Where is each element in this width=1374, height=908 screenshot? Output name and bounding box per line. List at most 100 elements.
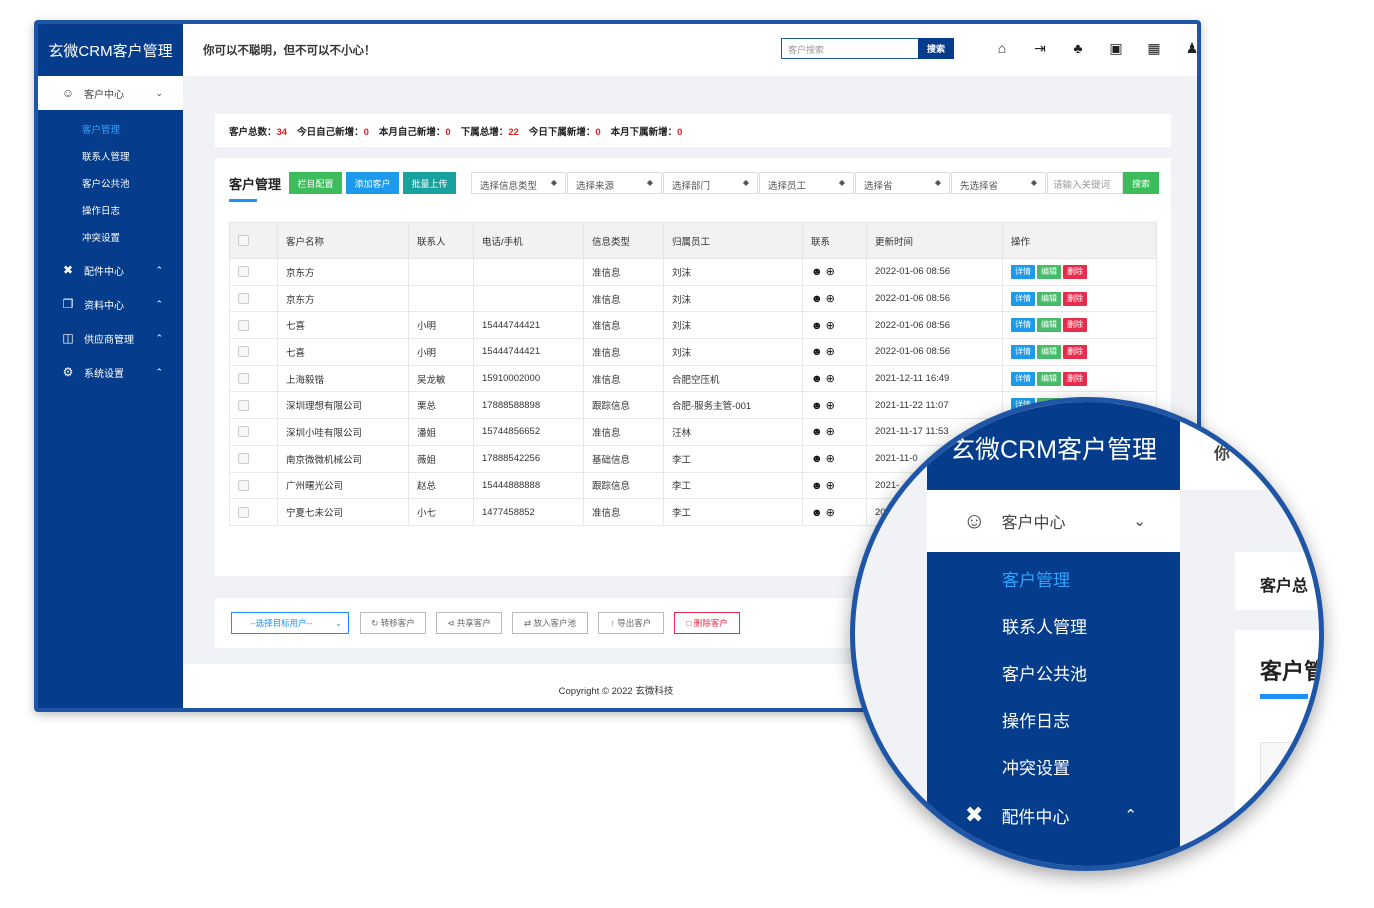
edit-button[interactable]: 编辑: [1037, 344, 1061, 359]
transfer-customer-button[interactable]: ↻ 转移客户: [360, 612, 426, 634]
row-select-cell[interactable]: [229, 338, 278, 366]
row-checkbox[interactable]: [238, 293, 249, 305]
row-select-cell[interactable]: [229, 444, 278, 473]
row-checkbox[interactable]: [238, 319, 249, 331]
phone-cell: [473, 258, 584, 286]
contact-cell: [408, 284, 474, 313]
province-select[interactable]: 选择省 ◆: [855, 172, 950, 194]
delete-button[interactable]: 删除: [1063, 291, 1087, 306]
row-select-cell[interactable]: [229, 311, 278, 340]
sidebar-item-contact-manage[interactable]: 联系人管理: [38, 142, 183, 169]
keyword-input[interactable]: 请输入关键词: [1047, 172, 1123, 194]
qr-code-icon[interactable]: ▦: [1135, 40, 1173, 57]
bell-icon[interactable]: ♣: [1059, 40, 1097, 57]
delete-customer-button[interactable]: □ 删除客户: [674, 612, 740, 634]
add-circle-icon[interactable]: ⊕: [826, 480, 838, 492]
add-circle-icon[interactable]: ⊕: [826, 453, 838, 465]
sidebar-item-conflict-settings[interactable]: 冲突设置: [38, 223, 183, 250]
add-circle-icon[interactable]: ⊕: [826, 400, 838, 412]
contact-cell: 赵总: [408, 471, 474, 500]
edit-button[interactable]: 编辑: [1037, 291, 1061, 306]
contact-person-icon[interactable]: ☻: [811, 320, 826, 332]
contact-person-icon[interactable]: ☻: [811, 453, 826, 465]
export-icon[interactable]: ⇥: [1021, 40, 1059, 57]
row-select-cell[interactable]: [229, 471, 278, 500]
source-select[interactable]: 选择来源 ◆: [567, 172, 662, 194]
sidebar-item-public-pool[interactable]: 客户公共池: [38, 169, 183, 196]
add-circle-icon[interactable]: ⊕: [826, 320, 838, 332]
row-checkbox[interactable]: [238, 426, 249, 438]
page-title: 客户管理: [229, 177, 282, 192]
add-circle-icon[interactable]: ⊕: [826, 507, 838, 519]
delete-button[interactable]: 删除: [1063, 318, 1087, 333]
target-user-select[interactable]: --选择目标用户-- ⌄: [231, 612, 349, 634]
row-checkbox[interactable]: [238, 373, 249, 385]
search-button[interactable]: 搜索: [918, 38, 954, 59]
move-to-pool-button[interactable]: ⇄ 放入客户池: [512, 612, 588, 634]
contact-person-icon[interactable]: ☻: [811, 293, 826, 305]
contact-person-icon[interactable]: ☻: [811, 400, 826, 412]
detail-button[interactable]: 详情: [1011, 371, 1035, 386]
sidebar-item-customer-manage[interactable]: 客户管理: [38, 115, 183, 142]
title-underline: [229, 199, 257, 202]
edit-button[interactable]: 编辑: [1037, 264, 1061, 279]
add-circle-icon[interactable]: ⊕: [826, 293, 838, 305]
sidebar-group-customer-center[interactable]: ☺ 客户中心 ⌄: [38, 76, 183, 110]
row-select-cell[interactable]: [229, 364, 278, 393]
edit-button[interactable]: 编辑: [1037, 371, 1061, 386]
column-config-button[interactable]: 栏目配置: [289, 172, 342, 194]
sidebar-group-parts-center[interactable]: ✖ 配件中心 ⌃: [38, 253, 183, 287]
row-checkbox[interactable]: [238, 346, 249, 358]
contact-person-icon[interactable]: ☻: [811, 480, 826, 492]
home-icon[interactable]: ⌂: [983, 40, 1021, 57]
delete-button[interactable]: 删除: [1063, 344, 1087, 359]
batch-upload-button[interactable]: 批量上传: [403, 172, 456, 194]
row-checkbox[interactable]: [238, 266, 249, 278]
row-select-cell[interactable]: [229, 498, 278, 526]
row-checkbox[interactable]: [238, 506, 249, 518]
export-customer-button[interactable]: ↑ 导出客户: [598, 612, 664, 634]
city-select[interactable]: 先选择省 ◆: [951, 172, 1046, 194]
add-circle-icon[interactable]: ⊕: [826, 346, 838, 358]
share-customer-button[interactable]: ⊲ 共享客户: [436, 612, 502, 634]
delete-button[interactable]: 删除: [1063, 264, 1087, 279]
row-select-cell[interactable]: [229, 258, 278, 286]
row-checkbox[interactable]: [238, 399, 249, 411]
row-select-cell[interactable]: [229, 418, 278, 446]
select-all-checkbox[interactable]: [238, 234, 249, 246]
row-select-cell[interactable]: [229, 391, 278, 420]
add-customer-button[interactable]: 添加客户: [346, 172, 399, 194]
contact-person-icon[interactable]: ☻: [811, 507, 826, 519]
sidebar-group-supplier[interactable]: ◫ 供应商管理 ⌃: [38, 321, 183, 355]
contact-person-icon[interactable]: ☻: [811, 373, 826, 385]
select-all-cell[interactable]: [229, 222, 278, 259]
add-circle-icon[interactable]: ⊕: [826, 373, 838, 385]
magnified-item-public-pool: 客户公共池: [1002, 665, 1087, 684]
owner-cell: 汪林: [663, 418, 803, 446]
search-input[interactable]: 客户搜索: [781, 38, 919, 59]
detail-button[interactable]: 详情: [1011, 318, 1035, 333]
detail-button[interactable]: 详情: [1011, 344, 1035, 359]
info-type-cell: 准信息: [583, 338, 664, 366]
sidebar-item-operation-log[interactable]: 操作日志: [38, 196, 183, 223]
employee-select[interactable]: 选择员工 ◆: [759, 172, 854, 194]
contact-person-icon[interactable]: ☻: [811, 266, 826, 278]
detail-button[interactable]: 详情: [1011, 291, 1035, 306]
delete-button[interactable]: 删除: [1063, 371, 1087, 386]
contact-person-icon[interactable]: ☻: [811, 346, 826, 358]
row-checkbox[interactable]: [238, 453, 249, 465]
detail-button[interactable]: 详情: [1011, 264, 1035, 279]
user-settings-icon[interactable]: ♟: [1173, 40, 1197, 57]
row-checkbox[interactable]: [238, 479, 249, 491]
contact-person-icon[interactable]: ☻: [811, 426, 826, 438]
filter-search-button[interactable]: 搜索: [1123, 172, 1159, 194]
sidebar-group-docs-center[interactable]: ❐ 资料中心 ⌃: [38, 287, 183, 321]
sidebar-group-system-settings[interactable]: ⚙ 系统设置 ⌃: [38, 355, 183, 389]
add-circle-icon[interactable]: ⊕: [826, 426, 838, 438]
add-circle-icon[interactable]: ⊕: [826, 266, 838, 278]
edit-button[interactable]: 编辑: [1037, 318, 1061, 333]
qr-scan-icon[interactable]: ▣: [1097, 40, 1135, 57]
info-type-select[interactable]: 选择信息类型 ◆: [471, 172, 566, 194]
row-select-cell[interactable]: [229, 284, 278, 313]
department-select[interactable]: 选择部门 ◆: [663, 172, 758, 194]
